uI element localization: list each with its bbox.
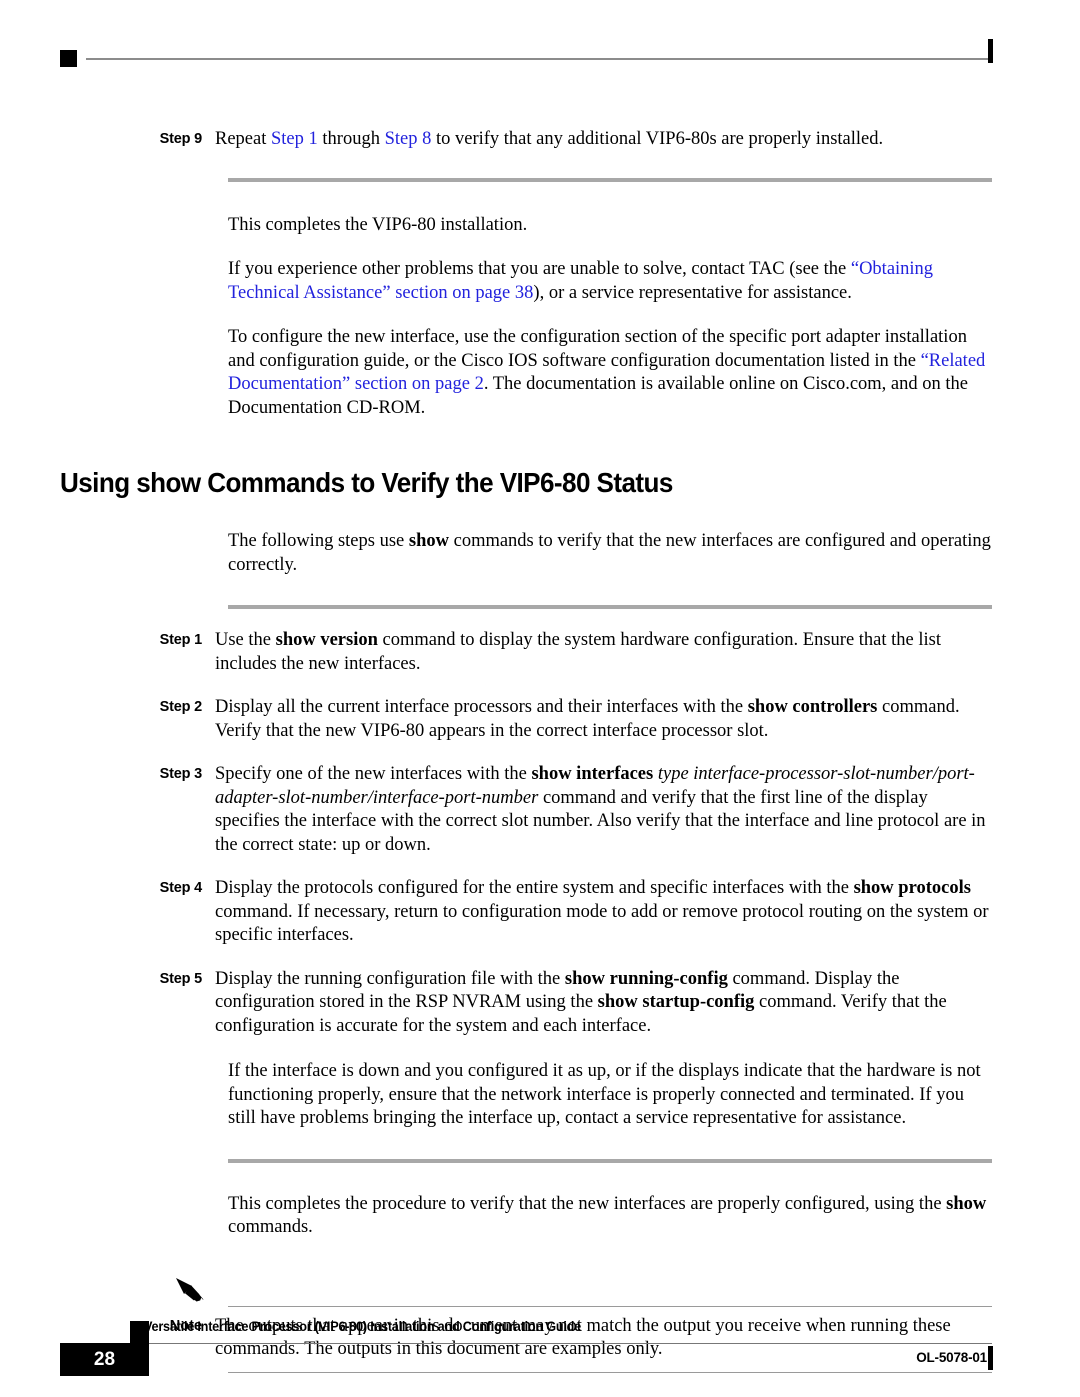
step9-text-a: Repeat: [215, 129, 271, 149]
step9-text-b: through: [317, 129, 385, 149]
lead-text-a: The following steps use: [228, 531, 409, 551]
closing-text-b: commands.: [228, 1217, 313, 1237]
page-footer: Versatile Interface Processor (VIP6-80) …: [0, 1318, 1080, 1388]
step-block: Step 4 Display the protocols configured f…: [0, 877, 1080, 948]
step-command-bold: show version: [275, 630, 378, 650]
step-label: Step 3: [159, 766, 203, 782]
step-text-run: Display the running configuration file w…: [215, 968, 565, 989]
steps-divider-top: [228, 605, 992, 609]
step-command-bold: show controllers: [747, 697, 878, 717]
step-text: Display the protocols configured for the…: [215, 877, 1080, 948]
step-text: Specify one of the new interfaces with t…: [215, 763, 1080, 857]
step-label: Step 4: [159, 880, 203, 896]
paragraph-completes-install: This completes the VIP6-80 installation.: [228, 214, 528, 235]
page-content: Step 9 Repeat Step 1 through Step 8 to v…: [0, 128, 1080, 1373]
step-command-bold: show protocols: [853, 878, 971, 898]
paragraph-lead-show-commands: The following steps use show commands to…: [228, 530, 992, 577]
pencil-icon: [172, 1274, 212, 1314]
footer-right-crop-mark: [988, 1346, 993, 1370]
page-title: Using show Commands to Verify the VIP6-8…: [60, 467, 673, 498]
step-label: Step 5: [159, 970, 203, 987]
top-header-rule: [86, 58, 992, 60]
tac-text-b: ), or a service representative for assis…: [533, 282, 852, 303]
footer-tab-mark: [130, 1321, 149, 1343]
step-row: Step 5 Display the running configuration …: [0, 968, 1080, 1039]
step-row: Step 2 Display all the current interface …: [0, 696, 1080, 743]
steps-divider-bottom: [228, 1158, 992, 1163]
paragraph-configure-interface: To configure the new interface, use the …: [228, 326, 992, 420]
footer-rule: [131, 1343, 992, 1344]
tac-text-a: If you experience other problems that yo…: [228, 259, 851, 279]
note-rule-top: [228, 1305, 992, 1307]
paragraph-closing: This completes the procedure to verify t…: [228, 1193, 992, 1240]
step-label: Step 9: [159, 131, 203, 147]
step-command-bold: show interfaces: [531, 764, 654, 784]
step-block-9: Step 9 Repeat Step 1 through Step 8 to v…: [0, 128, 1080, 152]
step-text-run: Display the protocols configured for the…: [215, 878, 854, 898]
section-divider-top: [228, 177, 992, 182]
document-id: OL-5078-01: [916, 1350, 987, 1365]
step-label: Step 2: [159, 699, 203, 715]
step-block: Step 2 Display all the current interface …: [0, 696, 1080, 743]
step8-link[interactable]: Step 8: [385, 129, 432, 149]
paragraph-interface-down-troubleshoot: If the interface is down and you configu…: [228, 1061, 981, 1128]
footer-document-title: Versatile Interface Processor (VIP6-80) …: [144, 1319, 581, 1334]
top-right-crop-mark: [988, 39, 993, 63]
step-text: Use the show version command to display …: [215, 629, 1080, 676]
step-text-run: command. If necessary, return to configu…: [215, 901, 989, 946]
step-text-run: Use the: [215, 630, 276, 650]
page-number: 28: [93, 1349, 116, 1370]
closing-text-a: This completes the procedure to verify t…: [228, 1193, 947, 1214]
closing-bold-show: show: [946, 1193, 987, 1214]
top-left-crop-mark: [60, 50, 77, 67]
step9-text-c: to verify that any additional VIP6-80s a…: [431, 129, 884, 149]
step-text: Display the running configuration file w…: [215, 968, 1080, 1039]
step-text-run: Specify one of the new interfaces with t…: [215, 764, 532, 784]
step-row: Step 1 Use the show version command to di…: [0, 629, 1080, 676]
step1-link[interactable]: Step 1: [271, 129, 318, 149]
step-label: Step 1: [159, 632, 203, 648]
step-text-run: Display all the current interface proces…: [215, 697, 748, 717]
step-row: Step 9 Repeat Step 1 through Step 8 to v…: [0, 128, 1080, 152]
step-block: Step 5 Display the running configuration …: [0, 968, 1080, 1039]
step-block: Step 3 Specify one of the new interfaces …: [0, 763, 1080, 857]
document-page: Step 9 Repeat Step 1 through Step 8 to v…: [0, 0, 1080, 1397]
step-block: Step 1 Use the show version command to di…: [0, 629, 1080, 676]
config-text-a: To configure the new interface, use the …: [228, 327, 967, 371]
step-text: Display all the current interface proces…: [215, 696, 1080, 743]
step-row: Step 3 Specify one of the new interfaces …: [0, 763, 1080, 857]
step-row: Step 4 Display the protocols configured f…: [0, 877, 1080, 948]
step-command-bold: show running-config: [564, 968, 728, 989]
step-command-bold: show startup-config: [597, 992, 755, 1012]
steps-list: Step 1 Use the show version command to di…: [0, 629, 1080, 1038]
paragraph-tac-contact: If you experience other problems that yo…: [228, 258, 992, 305]
step-text: Repeat Step 1 through Step 8 to verify t…: [215, 128, 1080, 152]
lead-bold-show: show: [408, 531, 449, 551]
